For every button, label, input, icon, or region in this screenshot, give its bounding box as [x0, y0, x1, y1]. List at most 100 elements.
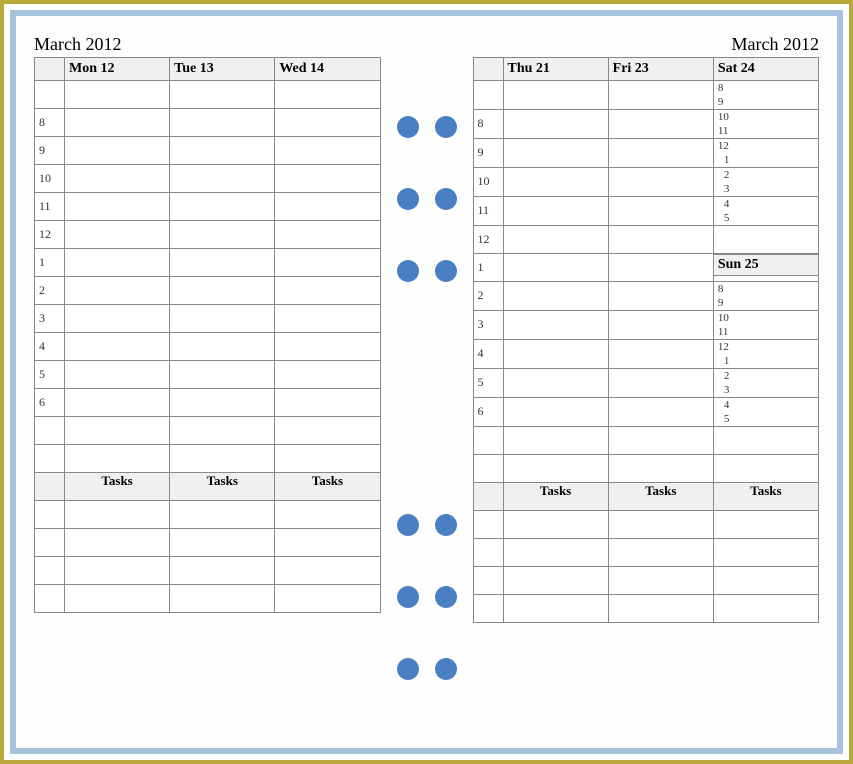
right-cell[interactable] — [503, 197, 608, 226]
left-cell[interactable] — [170, 277, 275, 305]
right-cell[interactable] — [608, 427, 713, 455]
right-cell[interactable] — [503, 427, 608, 455]
left-cell[interactable] — [65, 249, 170, 277]
right-cell[interactable] — [608, 369, 713, 398]
left-cell[interactable] — [65, 109, 170, 137]
right-cell[interactable] — [503, 168, 608, 197]
right-cell[interactable] — [608, 110, 713, 139]
right-task-cell[interactable] — [713, 539, 818, 567]
left-cell[interactable] — [65, 137, 170, 165]
right-cell[interactable] — [608, 398, 713, 427]
sat-cell[interactable]: 45 — [713, 197, 818, 226]
left-cell[interactable] — [65, 361, 170, 389]
left-cell[interactable] — [65, 277, 170, 305]
sat-cell[interactable]: 1011 — [713, 110, 818, 139]
right-cell[interactable] — [608, 340, 713, 369]
left-cell[interactable] — [170, 109, 275, 137]
left-cell[interactable] — [275, 277, 380, 305]
left-cell[interactable] — [170, 193, 275, 221]
left-cell[interactable] — [275, 389, 380, 417]
right-cell[interactable] — [503, 110, 608, 139]
left-cell[interactable] — [65, 389, 170, 417]
left-cell[interactable] — [170, 81, 275, 109]
right-cell[interactable] — [503, 340, 608, 369]
right-cell[interactable] — [503, 254, 608, 282]
left-task-cell[interactable] — [275, 529, 380, 557]
left-task-cell[interactable] — [65, 501, 170, 529]
right-cell[interactable] — [503, 311, 608, 340]
right-cell[interactable] — [503, 226, 608, 254]
left-task-cell[interactable] — [170, 529, 275, 557]
left-cell[interactable] — [170, 333, 275, 361]
right-cell[interactable] — [503, 81, 608, 110]
right-cell[interactable] — [608, 168, 713, 197]
right-task-cell[interactable] — [713, 595, 818, 623]
right-cell[interactable] — [503, 282, 608, 311]
right-cell[interactable] — [503, 139, 608, 168]
left-cell[interactable] — [170, 137, 275, 165]
right-cell[interactable] — [503, 398, 608, 427]
right-cell[interactable] — [608, 282, 713, 311]
right-task-cell[interactable] — [608, 511, 713, 539]
left-task-cell[interactable] — [65, 585, 170, 613]
left-cell[interactable] — [275, 137, 380, 165]
sat-cell[interactable] — [713, 226, 818, 254]
left-cell[interactable] — [170, 221, 275, 249]
sun-cell[interactable]: 45 — [713, 398, 818, 427]
sun-cell[interactable]: 23 — [713, 369, 818, 398]
right-cell[interactable] — [503, 455, 608, 483]
right-cell[interactable] — [713, 455, 818, 483]
right-cell[interactable] — [608, 226, 713, 254]
right-task-cell[interactable] — [713, 511, 818, 539]
left-task-cell[interactable] — [65, 529, 170, 557]
left-cell[interactable] — [65, 333, 170, 361]
right-task-cell[interactable] — [503, 595, 608, 623]
left-task-cell[interactable] — [170, 557, 275, 585]
left-cell[interactable] — [65, 417, 170, 445]
left-cell[interactable] — [275, 417, 380, 445]
left-task-cell[interactable] — [275, 557, 380, 585]
left-cell[interactable] — [170, 165, 275, 193]
sat-cell[interactable]: 23 — [713, 168, 818, 197]
left-cell[interactable] — [275, 221, 380, 249]
left-task-cell[interactable] — [65, 557, 170, 585]
right-task-cell[interactable] — [608, 539, 713, 567]
left-cell[interactable] — [170, 305, 275, 333]
right-task-cell[interactable] — [503, 511, 608, 539]
left-cell[interactable] — [65, 445, 170, 473]
right-task-cell[interactable] — [713, 567, 818, 595]
right-cell[interactable] — [608, 139, 713, 168]
left-cell[interactable] — [170, 249, 275, 277]
left-task-cell[interactable] — [170, 585, 275, 613]
left-task-cell[interactable] — [170, 501, 275, 529]
left-cell[interactable] — [65, 221, 170, 249]
left-task-cell[interactable] — [275, 585, 380, 613]
sun-cell[interactable]: 89 — [713, 282, 818, 311]
right-cell[interactable] — [713, 427, 818, 455]
left-cell[interactable] — [65, 165, 170, 193]
sat-cell[interactable]: 121 — [713, 139, 818, 168]
left-cell[interactable] — [275, 109, 380, 137]
left-cell[interactable] — [170, 445, 275, 473]
left-task-cell[interactable] — [275, 501, 380, 529]
left-cell[interactable] — [170, 361, 275, 389]
left-cell[interactable] — [170, 389, 275, 417]
right-cell[interactable] — [608, 81, 713, 110]
left-cell[interactable] — [65, 193, 170, 221]
right-task-cell[interactable] — [608, 595, 713, 623]
left-cell[interactable] — [65, 81, 170, 109]
right-task-cell[interactable] — [503, 567, 608, 595]
right-task-cell[interactable] — [608, 567, 713, 595]
left-cell[interactable] — [275, 305, 380, 333]
left-cell[interactable] — [275, 333, 380, 361]
right-task-cell[interactable] — [503, 539, 608, 567]
left-cell[interactable] — [275, 361, 380, 389]
right-cell[interactable] — [503, 369, 608, 398]
left-cell[interactable] — [275, 81, 380, 109]
left-cell[interactable] — [170, 417, 275, 445]
sun-cell[interactable]: 1011 — [713, 311, 818, 340]
sat-cell[interactable]: 89 — [713, 81, 818, 110]
sun-cell[interactable]: 121 — [713, 340, 818, 369]
left-cell[interactable] — [65, 305, 170, 333]
right-cell[interactable] — [608, 311, 713, 340]
